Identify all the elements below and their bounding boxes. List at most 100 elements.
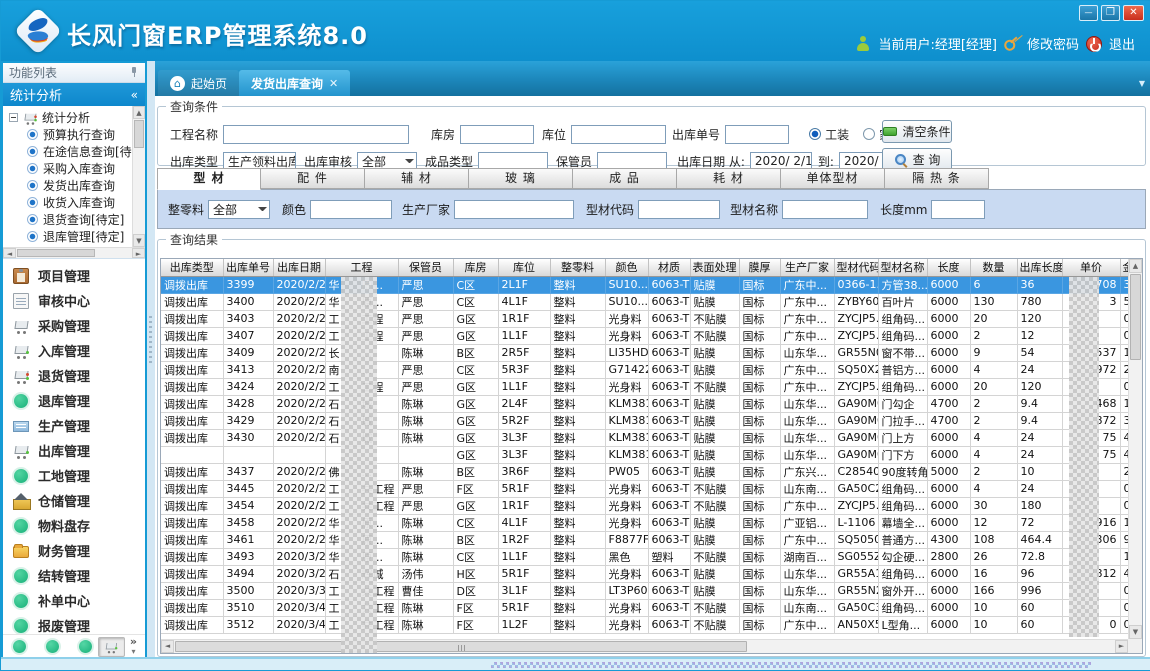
- column-header[interactable]: 整零料: [550, 259, 605, 276]
- sidebar-item-退货管理[interactable]: 退货管理: [3, 363, 145, 388]
- table-row[interactable]: 调拨出库34372020/2/27佛 ...陈琳B区3R6F整料PW056063…: [161, 463, 1141, 480]
- table-row[interactable]: 调拨出库35002020/3/3工 共工程曹佳D区3L1F整料LT3P60606…: [161, 582, 1141, 599]
- tree-expander-icon[interactable]: [9, 113, 18, 122]
- column-header[interactable]: 出库日期: [273, 259, 325, 276]
- location-input[interactable]: [571, 125, 666, 144]
- sidebar-tree-item[interactable]: 预算执行查询: [3, 126, 145, 143]
- order-no-input[interactable]: [725, 125, 789, 144]
- column-header[interactable]: 膜厚: [739, 259, 780, 276]
- table-row[interactable]: 调拨出库35102020/3/4工 共工程陈琳F区5R1F整料光身料6063-T…: [161, 599, 1141, 616]
- column-header[interactable]: 材质: [648, 259, 690, 276]
- table-row[interactable]: 调拨出库34542020/2/28工 共工程严思G区1R1F整料光身料6063-…: [161, 497, 1141, 514]
- more-modules-button[interactable]: [130, 637, 137, 656]
- profile-code-input[interactable]: [638, 200, 720, 219]
- sidebar-tree-item[interactable]: 退库管理[待定]: [3, 228, 145, 245]
- clear-conditions-button[interactable]: 清空条件: [882, 120, 952, 143]
- column-header[interactable]: 单价: [1062, 259, 1120, 276]
- column-header[interactable]: 生产厂家: [780, 259, 834, 276]
- cart-module-button[interactable]: [98, 637, 125, 657]
- maximize-button[interactable]: [1101, 5, 1120, 21]
- module-dot-icon[interactable]: [79, 640, 92, 653]
- table-row[interactable]: 调拨出库33992020/2/25华 原...严思C区2L1F整料SU10...…: [161, 276, 1141, 293]
- column-header[interactable]: 型材代码: [834, 259, 878, 276]
- tree-horizontal-scrollbar[interactable]: [3, 247, 145, 259]
- column-header[interactable]: 型材名称: [878, 259, 927, 276]
- close-button[interactable]: [1123, 5, 1144, 21]
- warehouse-input[interactable]: [460, 125, 534, 144]
- table-row[interactable]: 调拨出库34292020/2/26石 城陈琳G区5R2F整料KLM3817606…: [161, 412, 1141, 429]
- sidebar-item-补单中心[interactable]: 补单中心: [3, 588, 145, 613]
- pin-icon[interactable]: [130, 67, 139, 78]
- column-header[interactable]: 库房: [453, 259, 498, 276]
- material-tab[interactable]: 耗 材: [677, 168, 781, 189]
- sidebar-item-生产管理[interactable]: 生产管理: [3, 413, 145, 438]
- table-row[interactable]: 调拨出库34932020/3/2华 原...陈琳C区1L1F整料黑色塑料不贴膜国…: [161, 548, 1141, 565]
- column-header[interactable]: 工程: [325, 259, 398, 276]
- radio-home-install[interactable]: [863, 128, 875, 140]
- column-header[interactable]: 表面处理: [690, 259, 739, 276]
- table-row[interactable]: 调拨出库34302020/2/26石 城陈琳G区3L3F整料KLM3817606…: [161, 429, 1141, 446]
- table-row[interactable]: 调拨出库34072020/2/25工 工程严思G区1L1F整料光身料6063-T…: [161, 327, 1141, 344]
- sidebar-item-入库管理[interactable]: 入库管理: [3, 338, 145, 363]
- sidebar-item-物料盘存[interactable]: 物料盘存: [3, 513, 145, 538]
- material-tab[interactable]: 单体型材: [781, 168, 885, 189]
- tree-vertical-scrollbar[interactable]: [132, 106, 145, 247]
- sidebar-item-仓储管理[interactable]: 仓储管理: [3, 488, 145, 513]
- table-row[interactable]: G区3L3F整料KLM38176063-T5贴膜国标山东华...GA90M09.…: [161, 446, 1141, 463]
- table-row[interactable]: 调拨出库34582020/2/28华 原...陈琳C区4L1F整料光身料6063…: [161, 514, 1141, 531]
- material-tab[interactable]: 型 材: [157, 168, 261, 190]
- whole-part-select[interactable]: 全部: [208, 200, 270, 219]
- material-tab[interactable]: 辅 材: [365, 168, 469, 189]
- module-dot-icon[interactable]: [46, 640, 59, 653]
- sidebar-tree-item[interactable]: 退货查询[待定]: [3, 211, 145, 228]
- length-input[interactable]: [931, 200, 985, 219]
- grid-horizontal-scrollbar[interactable]: [161, 639, 1128, 653]
- manufacturer-input[interactable]: [454, 200, 574, 219]
- sidebar-item-财务管理[interactable]: 财务管理: [3, 538, 145, 563]
- table-row[interactable]: 调拨出库34032020/2/25工 工程严思G区1R1F整料光身料6063-T…: [161, 310, 1141, 327]
- table-row[interactable]: 调拨出库35122020/3/4工 共工程陈琳F区1L2F整料光身料6063-T…: [161, 616, 1141, 633]
- column-header[interactable]: 库位: [498, 259, 550, 276]
- sidebar-tree-item[interactable]: 收货入库查询: [3, 194, 145, 211]
- material-tab[interactable]: 玻 璃: [469, 168, 573, 189]
- material-tab[interactable]: 配 件: [261, 168, 365, 189]
- minimize-button[interactable]: [1079, 5, 1098, 21]
- sidebar-item-结转管理[interactable]: 结转管理: [3, 563, 145, 588]
- project-name-input[interactable]: [223, 125, 409, 144]
- profile-name-input[interactable]: [782, 200, 868, 219]
- sidebar-item-报废管理[interactable]: 报废管理: [3, 613, 145, 634]
- sidebar-item-工地管理[interactable]: 工地管理: [3, 463, 145, 488]
- tab-close-icon[interactable]: [329, 77, 338, 90]
- change-password-link[interactable]: 修改密码: [1027, 34, 1079, 53]
- table-row[interactable]: 调拨出库34132020/2/26南 ...严思C区5R3F整料G7142260…: [161, 361, 1141, 378]
- tab-outbound-query[interactable]: 发货出库查询: [239, 70, 350, 96]
- column-header[interactable]: 长度: [927, 259, 970, 276]
- sidebar-item-采购管理[interactable]: 采购管理: [3, 313, 145, 338]
- table-row[interactable]: 调拨出库34612020/2/28华 原...陈琳B区1R2F整料F8877FT…: [161, 531, 1141, 548]
- color-input[interactable]: [310, 200, 392, 219]
- sidebar-item-审核中心[interactable]: 审核中心: [3, 288, 145, 313]
- table-row[interactable]: 调拨出库34002020/2/25华 原...严思C区4L1F整料SU10...…: [161, 293, 1141, 310]
- sidebar-item-项目管理[interactable]: 项目管理: [3, 263, 145, 288]
- sidebar-item-退库管理[interactable]: 退库管理: [3, 388, 145, 413]
- module-dot-icon[interactable]: [13, 640, 26, 653]
- column-header[interactable]: 颜色: [605, 259, 648, 276]
- column-header[interactable]: 出库单号: [223, 259, 273, 276]
- column-header[interactable]: 出库长度: [1017, 259, 1062, 276]
- material-tab[interactable]: 成 品: [573, 168, 677, 189]
- column-header[interactable]: 保管员: [398, 259, 453, 276]
- tab-home[interactable]: 起始页: [158, 70, 239, 96]
- sidebar-tree-item[interactable]: 发货出库查询: [3, 177, 145, 194]
- logout-link[interactable]: 退出: [1109, 34, 1135, 53]
- column-header[interactable]: 出库类型: [161, 259, 223, 276]
- tabstrip-dropdown-icon[interactable]: [1139, 79, 1145, 88]
- table-row[interactable]: 调拨出库34282020/2/26石 城陈琳G区2L4F整料KLM3817606…: [161, 395, 1141, 412]
- column-header[interactable]: 数量: [970, 259, 1017, 276]
- material-tab[interactable]: 隔 热 条: [885, 168, 989, 189]
- tree-root-item[interactable]: 统计分析: [3, 109, 145, 126]
- sidebar-tree-item[interactable]: 在途信息查询[待: [3, 143, 145, 160]
- splitter-handle[interactable]: [147, 61, 155, 659]
- table-row[interactable]: 调拨出库34942020/3/2石 辉城汤伟H区5R1F整料光身料6063-T5…: [161, 565, 1141, 582]
- sidebar-tree-item[interactable]: 采购入库查询: [3, 160, 145, 177]
- sidebar-item-出库管理[interactable]: 出库管理: [3, 438, 145, 463]
